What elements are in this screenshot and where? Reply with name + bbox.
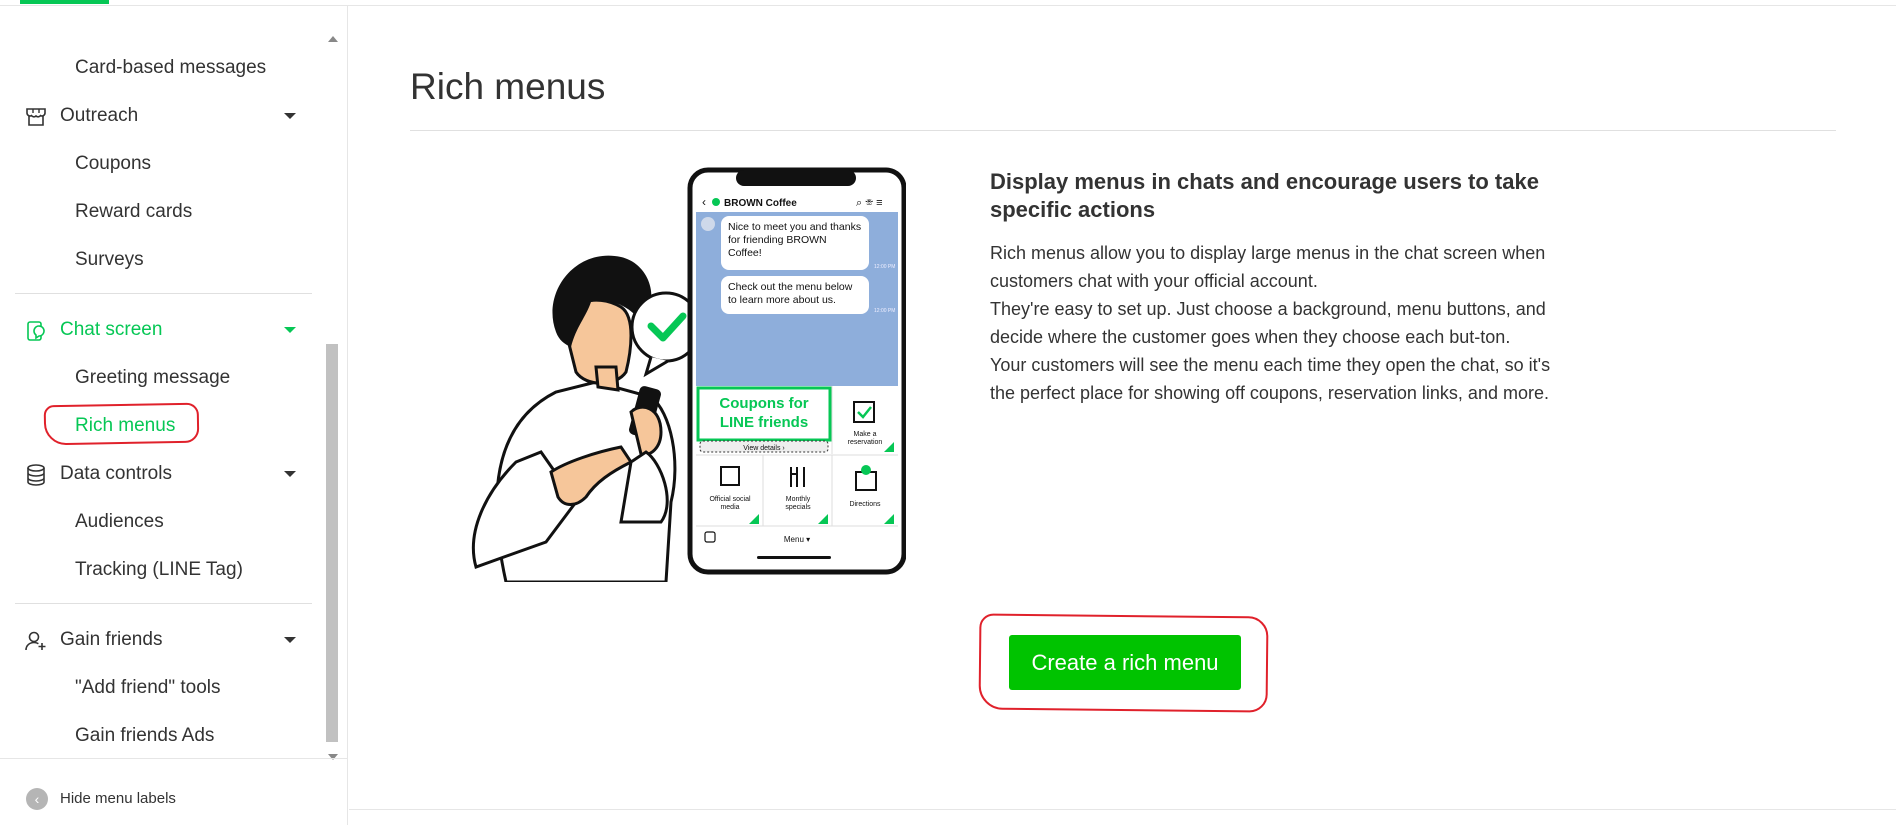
sidebar-category-gain-friends[interactable]: Gain friends — [0, 618, 328, 662]
sidebar-item-label: Coupons — [75, 153, 152, 174]
chevron-left-icon: ‹ — [26, 788, 48, 810]
chat-time-2: 12:00 PM — [874, 308, 895, 314]
sidebar-item-gain-friends-ads[interactable]: Gain friends Ads — [0, 714, 328, 758]
sidebar-item-label: Gain friends Ads — [75, 725, 215, 746]
coupon-line-2: LINE friends — [720, 414, 808, 431]
sidebar-item-greeting-message[interactable]: Greeting message — [0, 356, 328, 400]
rich-menu-illustration: ‹ BROWN Coffee ⌕ ☏ ≡ Nice to meet you an… — [471, 167, 906, 582]
database-icon — [27, 464, 45, 486]
phone-mockup: ‹ BROWN Coffee ⌕ ☏ ≡ Nice to meet you an… — [687, 167, 906, 575]
sidebar-divider — [15, 603, 312, 604]
store-icon — [26, 108, 46, 126]
hide-menu-labels-button[interactable]: ‹ Hide menu labels — [0, 758, 348, 825]
chat-account-name: BROWN Coffee — [724, 198, 797, 209]
phone-menu-label: Menu ▾ — [784, 535, 810, 544]
chat-header-icons: ⌕ ☏ ≡ — [856, 197, 883, 209]
chat-time-1: 12:00 PM — [874, 264, 895, 270]
monthly-line-1: Monthly — [786, 496, 811, 503]
chat-screen-icon — [27, 321, 45, 341]
sidebar-category-outreach[interactable]: Outreach — [0, 94, 328, 138]
sidebar-category-label: Chat screen — [60, 319, 163, 340]
scrollbar-thumb[interactable] — [326, 344, 338, 742]
svg-text:‹: ‹ — [702, 195, 706, 209]
description-body: Rich menus allow you to display large me… — [990, 239, 1560, 407]
chevron-down-icon[interactable] — [284, 113, 296, 119]
sidebar-item-label: Card-based messages — [75, 57, 267, 78]
directions-label: Directions — [849, 501, 881, 508]
sidebar-category-label: Outreach — [60, 105, 139, 126]
sidebar-category-chat-screen[interactable]: Chat screen — [0, 308, 328, 352]
sidebar-scroll-area: Card-based messages Outreach Coupons Rew… — [0, 6, 328, 758]
sidebar-category-data-controls[interactable]: Data controls — [0, 452, 328, 496]
create-rich-menu-button[interactable]: Create a rich menu — [1009, 635, 1241, 690]
chevron-down-icon[interactable] — [284, 327, 296, 333]
sidebar-category-label: Data controls — [60, 463, 172, 484]
sidebar-category-label: Gain friends — [60, 629, 163, 650]
sidebar-divider — [15, 293, 312, 294]
sidebar-item-reward-cards[interactable]: Reward cards — [0, 190, 328, 234]
sidebar-item-add-friend-tools[interactable]: "Add friend" tools — [0, 666, 328, 710]
make-res-line-2: reservation — [848, 439, 883, 446]
annotation-circle — [43, 402, 200, 446]
sidebar-item-label: Tracking (LINE Tag) — [75, 559, 243, 580]
sidebar-item-label: Surveys — [75, 249, 144, 270]
sidebar: Card-based messages Outreach Coupons Rew… — [0, 6, 348, 825]
sidebar-item-coupons[interactable]: Coupons — [0, 142, 328, 186]
sidebar-item-tracking[interactable]: Tracking (LINE Tag) — [0, 548, 328, 592]
sidebar-item-audiences[interactable]: Audiences — [0, 500, 328, 544]
page-title: Rich menus — [410, 66, 606, 107]
sidebar-item-label: "Add friend" tools — [75, 677, 221, 698]
chevron-down-icon[interactable] — [284, 471, 296, 477]
description-heading: Display menus in chats and encourage use… — [990, 169, 1539, 222]
sidebar-item-label: Reward cards — [75, 201, 193, 222]
content-bottom-divider — [349, 809, 1896, 810]
sidebar-item-label: Audiences — [75, 511, 164, 532]
sidebar-scrollbar[interactable] — [324, 28, 342, 760]
view-details-label: View details › — [743, 445, 785, 452]
description-paragraph: They're easy to set up. Just choose a ba… — [990, 299, 1546, 347]
sidebar-item-label: Greeting message — [75, 367, 231, 388]
active-tab-indicator — [20, 0, 109, 4]
sidebar-item-card-based-messages[interactable]: Card-based messages — [0, 46, 328, 90]
title-divider — [410, 130, 1836, 131]
monthly-line-2: specials — [785, 504, 811, 511]
description-paragraph: Rich menus allow you to display large me… — [990, 243, 1546, 291]
social-line-1: Official social — [709, 496, 751, 503]
scroll-up-icon[interactable] — [328, 36, 338, 42]
sidebar-item-surveys[interactable]: Surveys — [0, 238, 328, 282]
hide-menu-labels-label: Hide menu labels — [60, 790, 176, 807]
social-line-2: media — [720, 504, 739, 511]
make-res-line-1: Make a — [854, 431, 877, 438]
coupon-line-1: Coupons for — [719, 395, 808, 412]
main-content: Rich menus ‹ BROWN Coffee ⌕ ☏ ≡ Nice to … — [349, 6, 1896, 825]
add-user-icon — [25, 631, 46, 651]
description-paragraph: Your customers will see the menu each ti… — [990, 355, 1551, 403]
chevron-down-icon[interactable] — [284, 637, 296, 643]
